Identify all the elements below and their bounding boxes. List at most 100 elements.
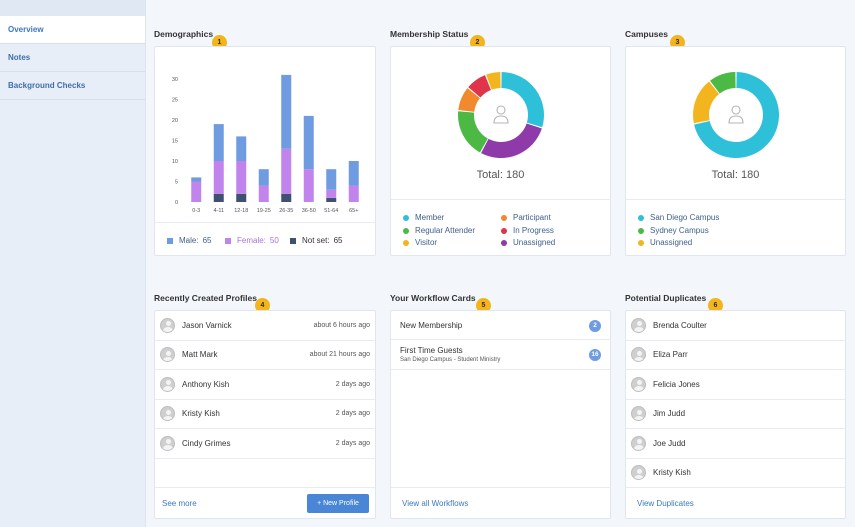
workflow-footer-divider [391, 487, 610, 488]
legend-male-swatch [167, 237, 173, 244]
legend-unassigned-label: Unassigned [513, 238, 556, 247]
duplicate-row[interactable]: Kristy Kish [626, 459, 845, 488]
profile-name[interactable]: Anthony Kish [182, 380, 229, 389]
bar-female [281, 148, 292, 194]
legend-female-swatch [225, 237, 231, 244]
bar-female [303, 169, 314, 202]
bar-not-set [281, 193, 292, 202]
avatar [160, 347, 175, 363]
bar-male [213, 124, 224, 161]
bar-male [281, 74, 292, 149]
membership-total: Total: 180 [476, 169, 525, 181]
demographics-title: Demographics [154, 29, 214, 39]
duplicate-row[interactable]: Jim Judd [626, 400, 845, 429]
legend-visitor: Visitor [403, 238, 437, 247]
profile-row[interactable]: Cindy Grimes 2 days ago [155, 429, 375, 459]
legend-regular-attender: Regular Attender [403, 226, 475, 235]
legend-san-diego-dot [638, 214, 644, 221]
campuses-title: Campuses [625, 29, 668, 39]
profile-time: about 21 hours ago [309, 351, 370, 359]
workflow-name[interactable]: New Membership [400, 321, 462, 330]
profile-row[interactable]: Anthony Kish 2 days ago [155, 370, 375, 400]
profile-row[interactable]: Kristy Kish 2 days ago [155, 400, 375, 429]
duplicate-name[interactable]: Jim Judd [653, 409, 685, 418]
duplicate-name[interactable]: Eliza Parr [653, 350, 688, 359]
campuses-card: Total: 180 San Diego Campus Sydney Campu… [625, 46, 846, 256]
duplicate-name[interactable]: Joe Judd [653, 439, 685, 448]
legend-regular-attender-label: Regular Attender [415, 226, 476, 235]
profile-name[interactable]: Matt Mark [182, 350, 218, 359]
avatar [631, 317, 646, 333]
legend-san-diego: San Diego Campus [638, 213, 719, 222]
workflow-row-first-time-guests[interactable]: First Time Guests San Diego Campus - Stu… [391, 340, 610, 370]
sidebar-item-overview[interactable]: Overview [0, 16, 145, 44]
demographics-bar-chart: 0 5 10 15 20 25 30 0-3 4-11 12-18 19-25 26-35 36-50 5… [172, 74, 359, 214]
membership-title: Membership Status [390, 29, 469, 39]
sidebar: Overview Notes Background Checks [0, 0, 146, 527]
duplicates-title: Potential Duplicates [625, 293, 707, 303]
duplicate-row[interactable]: Brenda Coulter [626, 311, 845, 341]
profile-name[interactable]: Jason Varnick [182, 321, 232, 330]
x-tick-label: 26-35 [279, 208, 293, 214]
campuses-total: Total: 180 [711, 169, 760, 181]
new-profile-button[interactable]: + New Profile [307, 494, 369, 513]
profiles-title: Recently Created Profiles [154, 293, 257, 303]
avatar [160, 435, 175, 451]
duplicate-name[interactable]: Felicia Jones [653, 380, 700, 389]
donut-slice-sydney-campus [693, 81, 720, 124]
person-icon-body [728, 115, 744, 124]
legend-sydney-label: Sydney Campus [650, 226, 709, 235]
person-icon [728, 105, 744, 124]
legend-male: Male: 65 [167, 236, 211, 245]
y-tick-label: 5 [175, 180, 178, 186]
avatar [631, 435, 646, 451]
workflow-subtitle: San Diego Campus - Student Ministry [400, 357, 501, 363]
person-icon-body [493, 115, 509, 124]
bar-male [258, 169, 269, 186]
profile-row[interactable]: Jason Varnick about 6 hours ago [155, 311, 375, 341]
legend-notset: Not set: 65 [290, 236, 342, 245]
profile-name[interactable]: Cindy Grimes [182, 439, 230, 448]
view-duplicates-link[interactable]: View Duplicates [637, 499, 694, 508]
avatar [160, 376, 175, 392]
legend-member-label: Member [415, 213, 445, 222]
legend-in-progress-dot [501, 227, 507, 234]
duplicate-name[interactable]: Kristy Kish [653, 468, 691, 477]
profile-row[interactable]: Matt Mark about 21 hours ago [155, 341, 375, 370]
sidebar-item-background-checks[interactable]: Background Checks [0, 72, 145, 100]
avatar [631, 406, 646, 422]
duplicate-row[interactable]: Eliza Parr [626, 341, 845, 370]
workflow-row-new-membership[interactable]: New Membership 2 [391, 311, 610, 340]
bar-male [191, 177, 202, 182]
demographics-card: 0 5 10 15 20 25 30 0-3 4-11 12-18 19-25 26-35 36-50 5… [154, 46, 376, 256]
duplicates-card: Brenda Coulter Eliza Parr Felicia Jones … [625, 310, 846, 519]
legend-female-label: Female: [237, 236, 266, 245]
avatar [631, 347, 646, 363]
profile-name[interactable]: Kristy Kish [182, 409, 220, 418]
bar-male [348, 161, 359, 186]
duplicate-row[interactable]: Felicia Jones [626, 370, 845, 400]
see-more-link[interactable]: See more [162, 499, 197, 508]
bar-not-set [236, 193, 247, 202]
sidebar-topbar [0, 0, 145, 16]
donut-slice-member [501, 72, 544, 128]
bar-not-set [213, 193, 224, 202]
membership-card: Total: 180 Member Participant Regular At… [390, 46, 611, 256]
membership-donut-chart [458, 72, 544, 158]
x-tick-label: 51-64 [324, 208, 338, 214]
workflow-name[interactable]: First Time Guests [400, 346, 463, 355]
duplicate-row[interactable]: Joe Judd [626, 429, 845, 459]
avatar [160, 317, 175, 333]
bar-female [326, 189, 337, 198]
bar-female [213, 161, 224, 194]
x-tick-label: 36-50 [302, 208, 316, 214]
view-all-workflows-link[interactable]: View all Workflows [402, 499, 468, 508]
legend-male-count: 65 [202, 236, 212, 245]
profile-time: about 6 hours ago [313, 321, 370, 329]
y-tick-label: 20 [172, 118, 178, 124]
legend-visitor-dot [403, 239, 409, 246]
duplicate-name[interactable]: Brenda Coulter [653, 321, 707, 330]
workflow-count-badge: 2 [589, 320, 601, 332]
workflow-card: New Membership 2 First Time Guests San D… [390, 310, 611, 519]
sidebar-item-notes[interactable]: Notes [0, 44, 145, 72]
